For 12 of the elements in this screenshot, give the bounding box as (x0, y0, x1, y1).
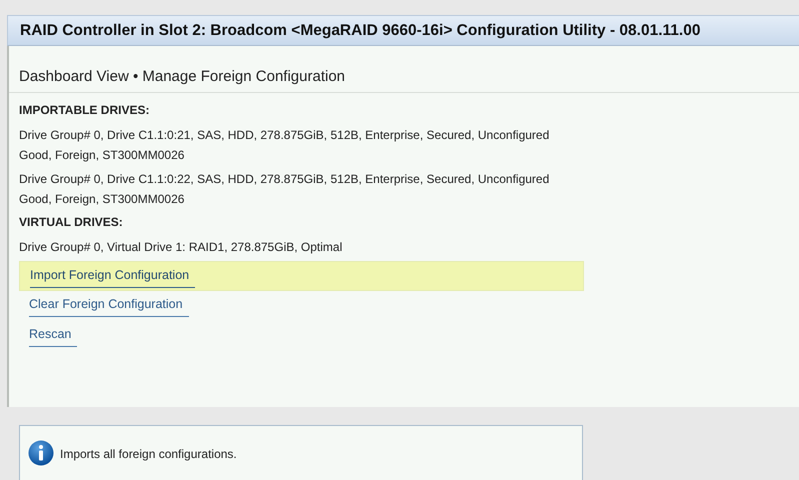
action-link[interactable]: Rescan (29, 324, 78, 348)
section-heading: VIRTUAL DRIVES: (19, 214, 124, 231)
breadcrumb: Dashboard View • Manage Foreign Configuration (9, 46, 799, 93)
drive-info: Drive Group# 0, Drive C1.1:0:22, SAS, HDD, 278.875GiB, 512B, Enterprise, Secured, Unconfigured Good, Foreign, ST300MM0026 (19, 170, 550, 208)
info-icon (28, 440, 54, 466)
window-title: RAID Controller in Slot 2: Broadcom <MegaRAID 9660-16i> Configuration Utility - 08.01.11.00 (7, 15, 799, 46)
drive-info: Drive Group# 0, Virtual Drive 1: RAID1, 278.875GiB, Optimal (19, 238, 344, 256)
section-heading: IMPORTABLE DRIVES: (19, 102, 150, 119)
action-link[interactable]: Clear Foreign Configuration (29, 294, 189, 318)
action-link[interactable]: Import Foreign Configuration (30, 266, 196, 288)
drive-info: Drive Group# 0, Drive C1.1:0:21, SAS, HDD, 278.875GiB, 512B, Enterprise, Secured, Unconfigured Good, Foreign, ST300MM0026 (19, 126, 550, 164)
help-text: Imports all foreign configurations. (60, 446, 237, 463)
